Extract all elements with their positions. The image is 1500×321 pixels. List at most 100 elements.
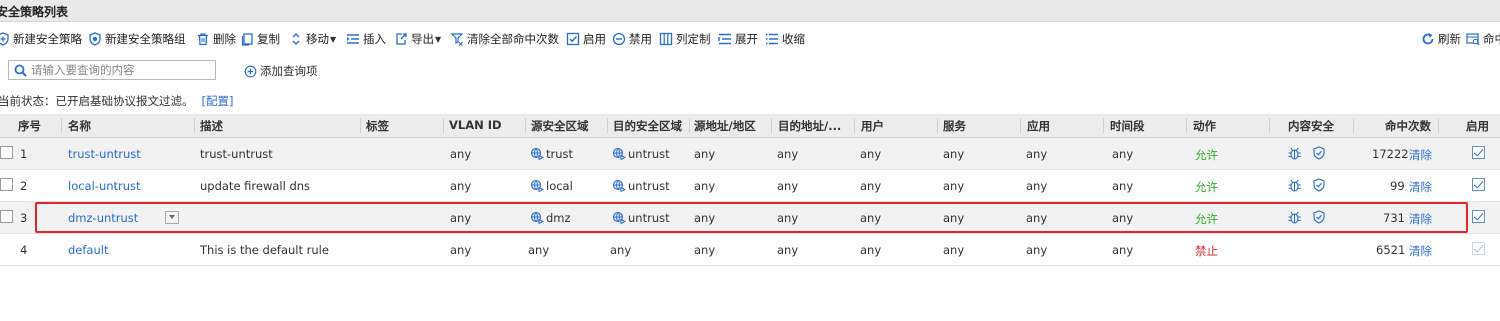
cell-vlan: any <box>450 179 472 193</box>
column-divider[interactable] <box>854 118 855 133</box>
plus-circle-icon <box>244 65 257 77</box>
col-header-no[interactable]: 序号 <box>18 118 41 134</box>
enabled-checkbox[interactable] <box>1472 210 1485 223</box>
cell-name-link[interactable]: trust-untrust <box>68 147 141 161</box>
col-header-dst-addr[interactable]: 目的地址/... <box>778 118 850 134</box>
enabled-checkbox[interactable] <box>1472 146 1485 159</box>
row-select-checkbox[interactable] <box>0 178 13 191</box>
col-header-user[interactable]: 用户 <box>861 118 884 134</box>
col-header-src-zone[interactable]: 源安全区域 <box>531 118 589 134</box>
cell-action: 允许 <box>1195 180 1218 194</box>
antivirus-bug-icon[interactable] <box>1287 178 1302 196</box>
col-header-dst-zone[interactable]: 目的安全区域 <box>613 118 682 134</box>
cell-name-link[interactable]: local-untrust <box>68 179 141 193</box>
column-divider[interactable] <box>443 118 444 133</box>
enabled-checkbox[interactable] <box>1472 178 1485 191</box>
new-policy-group-button[interactable]: 新建安全策略组 <box>88 31 186 47</box>
hit-query-button[interactable]: 命中 <box>1466 31 1500 47</box>
move-dropdown-button[interactable]: 移动 ▼ <box>289 31 336 47</box>
table-row[interactable]: 4 default This is the default rule any a… <box>0 234 1500 266</box>
column-divider[interactable] <box>360 118 361 133</box>
antivirus-bug-icon[interactable] <box>1287 146 1302 164</box>
enable-button[interactable]: 启用 <box>566 31 606 47</box>
cell-src-zone[interactable]: dmz <box>530 211 571 225</box>
cell-dst-addr: any <box>777 147 799 161</box>
clear-all-hits-button[interactable]: 清除全部命中次数 <box>450 31 559 47</box>
cell-src-zone[interactable]: trust <box>530 147 573 161</box>
clear-hits-link[interactable]: 清除 <box>1409 179 1432 195</box>
cell-name-link[interactable]: default <box>68 243 108 257</box>
column-divider[interactable] <box>1103 118 1104 133</box>
row-select-checkbox[interactable] <box>0 210 13 223</box>
col-header-desc[interactable]: 描述 <box>200 118 223 134</box>
cell-no: 3 <box>20 211 28 225</box>
col-header-hits[interactable]: 命中次数 <box>1385 118 1431 134</box>
search-bar: 添加查询项 <box>0 58 1500 82</box>
add-query-item-button[interactable]: 添加查询项 <box>244 63 318 79</box>
chevron-down-icon: ▼ <box>435 34 442 44</box>
col-header-tag[interactable]: 标签 <box>366 118 389 134</box>
search-input[interactable] <box>31 63 211 77</box>
shield-check-icon[interactable] <box>1312 178 1326 195</box>
col-header-service[interactable]: 服务 <box>943 118 966 134</box>
column-divider[interactable] <box>689 118 690 133</box>
col-header-app[interactable]: 应用 <box>1027 118 1050 134</box>
col-header-name[interactable]: 名称 <box>68 118 91 134</box>
cell-user: any <box>860 243 882 257</box>
expand-button[interactable]: 展开 <box>718 31 758 47</box>
column-divider[interactable] <box>525 118 526 133</box>
insert-button[interactable]: 插入 <box>346 31 386 47</box>
column-divider[interactable] <box>937 118 938 133</box>
delete-button[interactable]: 删除 <box>196 31 236 47</box>
clear-hits-link[interactable]: 清除 <box>1409 243 1432 259</box>
table-row[interactable]: 1 trust-untrust trust-untrust any trust … <box>0 138 1500 170</box>
disable-button[interactable]: 禁用 <box>612 31 652 47</box>
column-divider[interactable] <box>1353 118 1354 133</box>
cell-name-link[interactable]: dmz-untrust <box>68 211 138 225</box>
export-dropdown-button[interactable]: 导出 ▼ <box>394 31 441 47</box>
column-divider[interactable] <box>194 118 195 133</box>
shield-check-icon[interactable] <box>1312 146 1326 163</box>
zone-label: untrust <box>628 179 670 193</box>
column-divider[interactable] <box>61 118 62 133</box>
cell-dst-zone[interactable]: untrust <box>612 179 670 193</box>
new-policy-button[interactable]: 新建安全策略 <box>0 31 82 47</box>
clear-hits-link[interactable]: 清除 <box>1409 147 1432 163</box>
antivirus-bug-icon[interactable] <box>1287 210 1302 228</box>
col-header-src-addr[interactable]: 源地址/地区 <box>694 118 768 134</box>
col-header-vlan[interactable]: VLAN ID <box>449 118 502 132</box>
cell-dst-zone[interactable]: untrust <box>612 147 670 161</box>
table-row[interactable]: 2 local-untrust update firewall dns any … <box>0 170 1500 202</box>
cell-vlan: any <box>450 243 472 257</box>
column-divider[interactable] <box>1020 118 1021 133</box>
customize-columns-button[interactable]: 列定制 <box>659 31 711 47</box>
row-select-checkbox[interactable] <box>0 146 13 159</box>
copy-button[interactable]: 复制 <box>240 31 280 47</box>
column-divider[interactable] <box>607 118 608 133</box>
col-header-action[interactable]: 动作 <box>1193 118 1216 134</box>
status-line: 当前状态：已开启基础协议报文过滤。 [配置] <box>0 93 233 109</box>
cell-src-zone[interactable]: local <box>530 179 573 193</box>
search-icon[interactable] <box>14 64 27 77</box>
cell-service: any <box>943 211 965 225</box>
column-divider[interactable] <box>771 118 772 133</box>
security-zone-icon <box>530 147 544 161</box>
column-divider[interactable] <box>1269 118 1270 133</box>
clear-hits-link[interactable]: 清除 <box>1409 211 1432 227</box>
collapse-button[interactable]: 收缩 <box>765 31 805 47</box>
col-header-time[interactable]: 时间段 <box>1110 118 1145 134</box>
table-row[interactable]: 3 dmz-untrust any dmz untrust any any an… <box>0 202 1500 234</box>
collapse-list-icon <box>766 33 778 45</box>
column-divider[interactable] <box>1438 118 1439 133</box>
col-header-enabled[interactable]: 启用 <box>1466 118 1489 134</box>
cell-dst-zone[interactable]: untrust <box>612 211 670 225</box>
cell-desc: update firewall dns <box>200 179 311 193</box>
row-expand-dropdown[interactable] <box>165 211 179 224</box>
cell-src-addr: any <box>694 211 716 225</box>
config-link[interactable]: [配置] <box>202 94 234 108</box>
shield-check-icon[interactable] <box>1312 210 1326 227</box>
column-divider[interactable] <box>1186 118 1187 133</box>
refresh-button[interactable]: 刷新 <box>1421 31 1461 47</box>
col-header-content-security[interactable]: 内容安全 <box>1288 118 1334 134</box>
cell-app: any <box>1026 179 1048 193</box>
